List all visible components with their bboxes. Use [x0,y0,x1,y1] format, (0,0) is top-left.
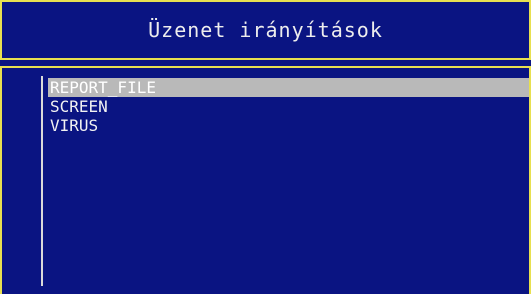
message-routing-window: Üzenet irányítások REPORT_FILE SCREEN VI… [0,0,531,294]
window-title: Üzenet irányítások [148,18,383,42]
list-divider [41,76,43,286]
routing-list: REPORT_FILE SCREEN VIRUS [48,78,529,135]
title-bar: Üzenet irányítások [0,0,531,60]
list-panel: REPORT_FILE SCREEN VIRUS [0,66,531,294]
list-item-report-file[interactable]: REPORT_FILE [48,78,529,97]
list-item-virus[interactable]: VIRUS [48,116,529,135]
list-item-screen[interactable]: SCREEN [48,97,529,116]
